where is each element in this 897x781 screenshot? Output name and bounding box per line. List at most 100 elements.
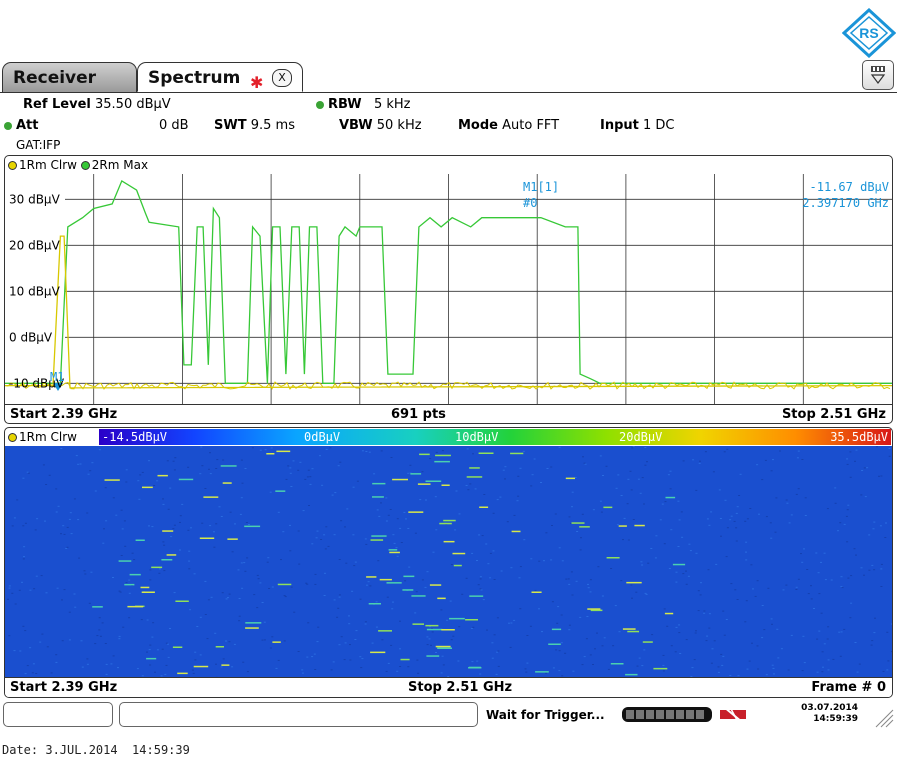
waterfall-signal bbox=[441, 484, 450, 486]
waterfall-noise bbox=[323, 595, 326, 596]
waterfall-signal bbox=[392, 478, 408, 481]
waterfall-noise bbox=[112, 655, 115, 657]
spectrum-diagram[interactable]: 1Rm Clrw 2Rm Max 30 dBµV 20 dBµV 10 dBµV 0 … bbox=[4, 155, 893, 424]
waterfall-noise bbox=[666, 625, 669, 627]
close-tab-button[interactable]: X bbox=[272, 69, 292, 87]
spectrogram-stop[interactable]: Stop 2.51 GHz bbox=[408, 678, 512, 697]
waterfall-noise bbox=[641, 477, 644, 479]
waterfall-noise bbox=[761, 479, 764, 481]
waterfall-noise bbox=[733, 520, 736, 522]
waterfall-noise bbox=[476, 560, 478, 561]
pin-star-icon[interactable]: ✱ bbox=[250, 68, 263, 98]
waterfall-noise bbox=[387, 662, 390, 664]
overview-menu-button[interactable] bbox=[862, 60, 894, 90]
spectrum-plot[interactable]: 30 dBµV20 dBµV10 dBµV0 dBµV-10 dBµV M1 M… bbox=[5, 174, 892, 404]
waterfall-noise bbox=[340, 520, 343, 522]
waterfall-noise bbox=[558, 547, 561, 549]
waterfall-noise bbox=[98, 449, 101, 451]
start-frequency[interactable]: Start 2.39 GHz bbox=[10, 405, 117, 423]
marker-m1-tag[interactable]: M1 bbox=[50, 370, 64, 384]
waterfall-signal bbox=[429, 584, 442, 586]
waterfall-noise bbox=[91, 462, 94, 464]
waterfall-noise bbox=[68, 639, 71, 641]
waterfall-noise bbox=[209, 473, 212, 475]
trace2-label[interactable]: 2Rm Max bbox=[92, 158, 148, 172]
waterfall-noise bbox=[174, 457, 177, 459]
waterfall-display[interactable] bbox=[5, 446, 892, 677]
resize-grip-icon[interactable] bbox=[872, 706, 894, 728]
status-field-1[interactable] bbox=[3, 702, 113, 727]
waterfall-noise bbox=[289, 472, 292, 474]
mode[interactable]: Mode Auto FFT bbox=[458, 118, 559, 133]
waterfall-noise bbox=[285, 478, 288, 480]
waterfall-noise bbox=[11, 525, 14, 527]
waterfall-noise bbox=[327, 545, 330, 547]
waterfall-noise bbox=[647, 562, 650, 564]
waterfall-noise bbox=[765, 516, 768, 518]
waterfall-noise bbox=[96, 635, 99, 637]
waterfall-noise bbox=[508, 622, 510, 624]
remote-error-icon[interactable] bbox=[718, 704, 748, 724]
waterfall-noise bbox=[306, 476, 309, 478]
waterfall-noise bbox=[194, 651, 197, 653]
gate-indicator: GAT:IFP bbox=[16, 138, 61, 152]
waterfall-noise bbox=[105, 663, 108, 665]
waterfall-noise bbox=[400, 542, 403, 543]
tab-receiver[interactable]: Receiver bbox=[2, 62, 137, 92]
waterfall-noise bbox=[23, 546, 26, 548]
status-field-2[interactable] bbox=[119, 702, 478, 727]
waterfall-noise bbox=[726, 448, 729, 450]
waterfall-noise bbox=[735, 512, 738, 514]
spectrogram-trace-label[interactable]: 1Rm Clrw bbox=[8, 429, 77, 445]
attenuation[interactable]: Att bbox=[4, 118, 39, 133]
waterfall-signal bbox=[634, 524, 645, 527]
waterfall-noise bbox=[815, 552, 818, 554]
waterfall-noise bbox=[84, 573, 87, 575]
attenuation-value: 0 dB bbox=[159, 118, 189, 133]
waterfall-signal bbox=[579, 526, 590, 528]
waterfall-noise bbox=[872, 528, 875, 530]
waterfall-noise bbox=[575, 580, 578, 582]
waterfall-noise bbox=[639, 492, 642, 494]
waterfall-noise bbox=[41, 633, 44, 635]
input[interactable]: Input 1 DC bbox=[600, 118, 675, 133]
waterfall-noise bbox=[35, 575, 38, 577]
waterfall-noise bbox=[599, 455, 602, 457]
waterfall-noise bbox=[146, 619, 149, 621]
waterfall-noise bbox=[348, 615, 350, 617]
rbw[interactable]: RBW 5 kHz bbox=[316, 97, 411, 112]
color-scale-bar[interactable]: -14.5dBµV 0dBµV 10dBµV 20dBµV 35.5dBµV bbox=[99, 429, 891, 445]
waterfall-signal bbox=[548, 643, 561, 645]
waterfall-noise bbox=[360, 667, 363, 669]
waterfall-noise bbox=[392, 534, 395, 536]
waterfall-noise bbox=[23, 556, 25, 558]
sweep-time[interactable]: SWT 9.5 ms bbox=[214, 118, 295, 133]
tab-spectrum[interactable]: Spectrum ✱ X bbox=[137, 62, 303, 92]
waterfall-noise bbox=[405, 518, 407, 520]
waterfall-noise bbox=[586, 616, 589, 617]
waterfall-noise bbox=[558, 670, 561, 672]
waterfall-noise bbox=[148, 460, 150, 462]
frame-number[interactable]: Frame # 0 bbox=[811, 678, 886, 697]
trace1-label[interactable]: 1Rm Clrw bbox=[19, 158, 77, 172]
waterfall-noise bbox=[311, 543, 314, 545]
stop-frequency[interactable]: Stop 2.51 GHz bbox=[782, 405, 886, 423]
waterfall-noise bbox=[225, 598, 228, 600]
waterfall-noise bbox=[570, 571, 573, 573]
dropdown-icon bbox=[870, 66, 886, 84]
waterfall-signal bbox=[603, 506, 613, 509]
waterfall-noise bbox=[407, 472, 410, 474]
waterfall-signal bbox=[411, 595, 426, 597]
spectrogram-start[interactable]: Start 2.39 GHz bbox=[10, 678, 117, 697]
waterfall-noise bbox=[817, 572, 820, 574]
waterfall-noise bbox=[816, 638, 819, 640]
waterfall-noise bbox=[771, 623, 773, 625]
vbw[interactable]: VBW 50 kHz bbox=[339, 118, 422, 133]
waterfall-noise bbox=[245, 522, 248, 523]
waterfall-noise bbox=[774, 531, 777, 533]
waterfall-noise bbox=[615, 487, 618, 489]
waterfall-noise bbox=[550, 559, 553, 561]
waterfall-noise bbox=[81, 666, 84, 668]
spectrogram-diagram[interactable]: 1Rm Clrw -14.5dBµV 0dBµV 10dBµV 20dBµV 3… bbox=[4, 427, 893, 698]
ref-level[interactable]: Ref Level 35.50 dBµV bbox=[23, 97, 171, 112]
